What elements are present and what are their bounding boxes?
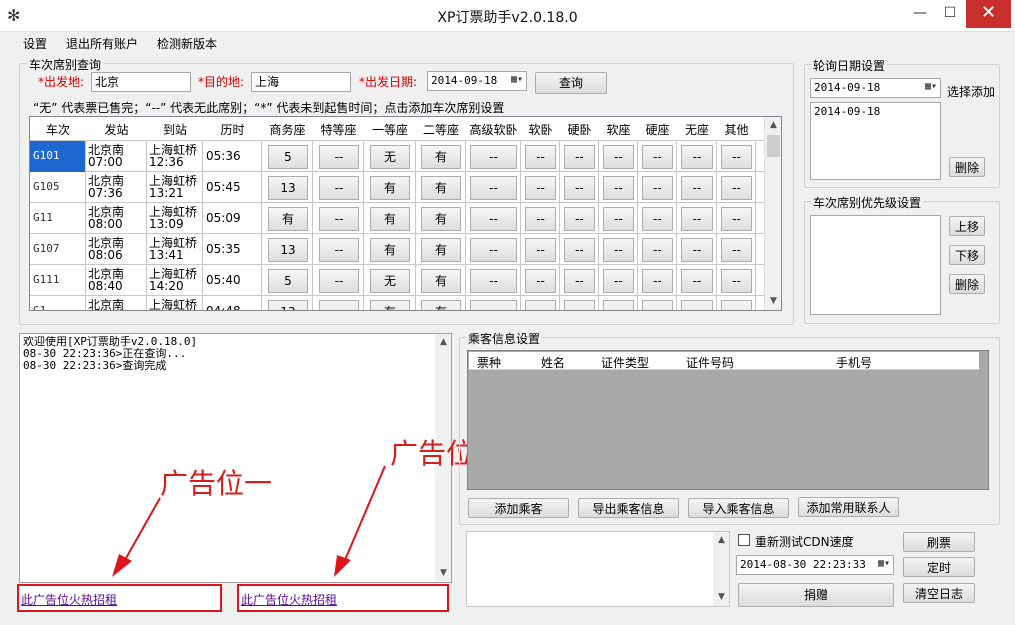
ad-slot-1[interactable]: 此广告位火热招租 bbox=[17, 584, 222, 612]
cdn-checkbox-label[interactable]: 重新测试CDN速度 bbox=[755, 533, 854, 550]
timer-button[interactable]: 定时 bbox=[903, 557, 975, 577]
export-passengers-button[interactable]: 导出乘客信息 bbox=[578, 498, 679, 518]
col-id-type: 证件类型 bbox=[601, 356, 650, 370]
col-name: 姓名 bbox=[541, 356, 566, 370]
cdn-checkbox[interactable] bbox=[738, 534, 750, 546]
timer-datetime-value: 2014-08-30 22:23:33 bbox=[740, 558, 866, 571]
col-ticket-type: 票种 bbox=[477, 356, 502, 370]
ad-arrow-2-head bbox=[334, 555, 351, 577]
ad-slot-2[interactable]: 此广告位火热招租 bbox=[237, 584, 449, 612]
clear-log-button[interactable]: 清空日志 bbox=[903, 583, 975, 603]
ad-arrow-1-head bbox=[112, 554, 132, 577]
ad-slot-1-link[interactable]: 此广告位火热招租 bbox=[21, 591, 117, 608]
donate-button[interactable]: 捐赠 bbox=[738, 583, 894, 607]
add-contact-button[interactable]: 添加常用联系人 bbox=[798, 497, 899, 517]
ad-slot-2-link[interactable]: 此广告位火热招租 bbox=[241, 591, 337, 608]
calendar-dropdown-icon[interactable]: ▦▾ bbox=[878, 558, 890, 569]
status-scrollbar[interactable]: ▲ ▼ bbox=[713, 532, 729, 606]
col-phone: 手机号 bbox=[836, 356, 873, 370]
scroll-up-icon[interactable]: ▲ bbox=[713, 532, 730, 549]
status-textbox[interactable]: ▲ ▼ bbox=[466, 531, 730, 607]
passenger-group-label: 乘客信息设置 bbox=[466, 330, 543, 347]
passenger-grid-header: 票种 姓名 证件类型 证件号码 手机号 bbox=[469, 352, 979, 370]
col-id-number: 证件号码 bbox=[686, 356, 735, 370]
import-passengers-button[interactable]: 导入乘客信息 bbox=[688, 498, 789, 518]
timer-datetime-picker[interactable]: 2014-08-30 22:23:33 ▦▾ bbox=[736, 555, 894, 575]
passenger-grid[interactable]: 票种 姓名 证件类型 证件号码 手机号 bbox=[467, 350, 989, 490]
add-passenger-button[interactable]: 添加乘客 bbox=[468, 498, 569, 518]
ad-arrow-1-line bbox=[124, 497, 161, 561]
scroll-down-icon[interactable]: ▼ bbox=[713, 589, 730, 606]
ad-arrow-2-line bbox=[344, 465, 386, 561]
refresh-tickets-button[interactable]: 刷票 bbox=[903, 532, 975, 552]
